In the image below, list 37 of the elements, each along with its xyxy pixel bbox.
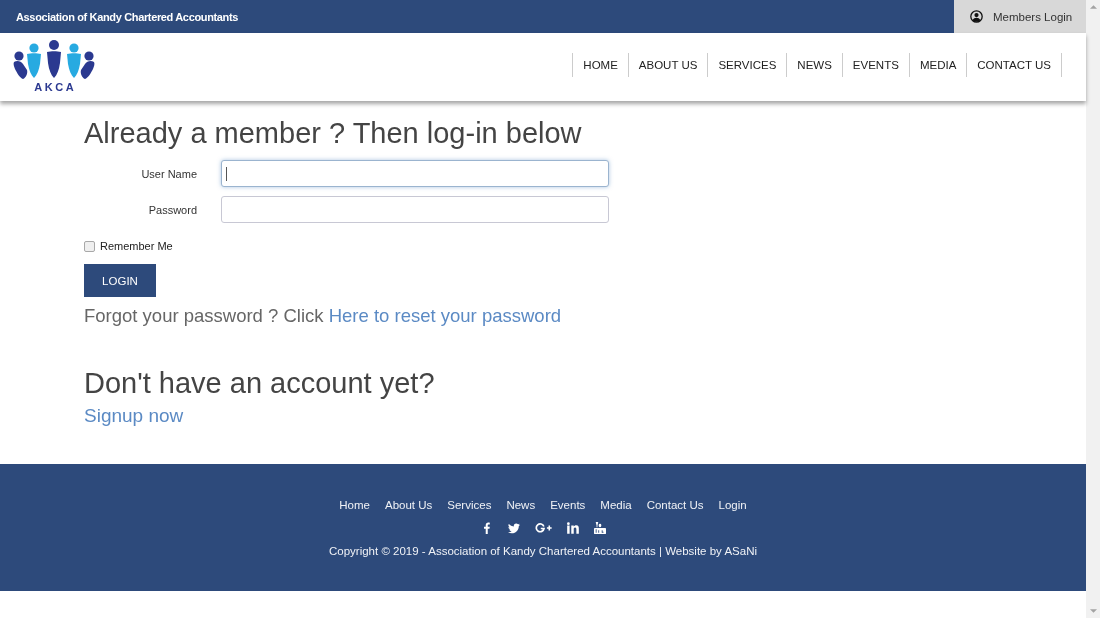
nav-link[interactable]: NEWS [786, 53, 842, 77]
user-circle-icon [970, 10, 983, 23]
field-label: User Name [140, 167, 198, 180]
forgot-password-text: Forgot your password ? Click Here to reset your password [84, 304, 562, 328]
footer-link[interactable]: About Us [385, 497, 433, 513]
nav-link[interactable]: HOME [572, 53, 628, 77]
logo-text: AKCA [34, 81, 77, 93]
youtube-icon[interactable] [593, 522, 606, 534]
footer-link[interactable]: Contact Us [646, 497, 704, 513]
linkedin-icon[interactable] [566, 522, 579, 534]
nav-link[interactable]: ABOUT US [627, 53, 708, 77]
nav-link[interactable]: CONTACT US [966, 53, 1061, 77]
footer-link[interactable]: Home [339, 497, 370, 513]
google-plus-icon[interactable] [534, 522, 552, 534]
username-field[interactable] [221, 160, 609, 187]
copyright-text: Copyright © 2019 - Association of Kandy Chartered Accountants | Website by ASaNi [328, 544, 757, 559]
footer-link[interactable]: Events [550, 497, 586, 513]
reset-password-link[interactable]: Here to reset your password [328, 305, 562, 326]
signup-link[interactable]: Signup now [84, 404, 184, 428]
people-logo-icon[interactable] [12, 40, 96, 80]
remember-label: Remember Me [100, 240, 173, 252]
members-login-button[interactable]: Members Login [954, 0, 1086, 33]
twitter-icon[interactable] [507, 522, 520, 534]
nav-link[interactable]: MEDIA [908, 53, 967, 77]
footer-link[interactable]: Services [447, 497, 492, 513]
nav-link[interactable]: EVENTS [841, 53, 909, 77]
footer-link[interactable]: Login [718, 497, 747, 513]
signup-heading: Don't have an account yet? [84, 366, 435, 400]
field-label: Password [147, 203, 198, 216]
footer-link[interactable]: Media [600, 497, 632, 513]
footer-link[interactable]: News [506, 497, 536, 513]
login-heading: Already a member ? Then log-in below [84, 116, 582, 150]
password-field[interactable] [221, 196, 609, 223]
nav-link[interactable]: SERVICES [707, 53, 787, 77]
remember-checkbox[interactable] [84, 240, 95, 252]
site-title: Association of Kandy Chartered Accountants [16, 10, 239, 23]
login-button[interactable]: LOGIN [84, 264, 156, 297]
